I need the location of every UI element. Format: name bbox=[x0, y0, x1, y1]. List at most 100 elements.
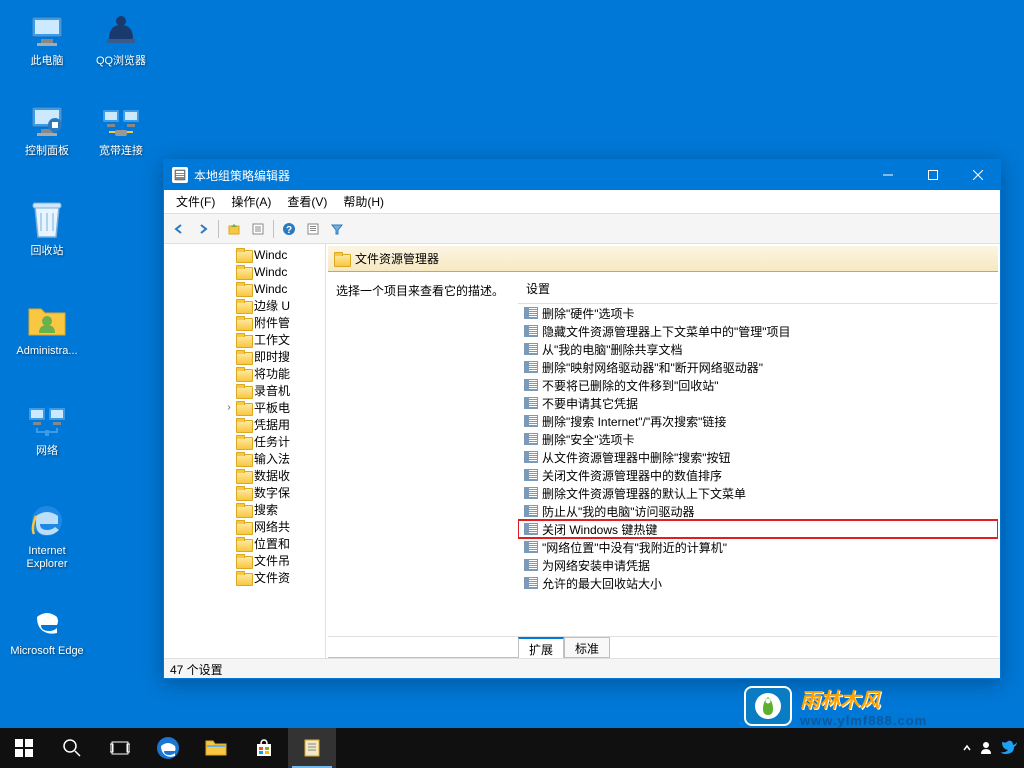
tree-item[interactable]: 数字保 bbox=[166, 484, 323, 501]
close-button[interactable] bbox=[955, 160, 1000, 190]
setting-item[interactable]: 删除"映射网络驱动器"和"断开网络驱动器" bbox=[518, 358, 998, 376]
desktop-icon-ie[interactable]: Internet Explorer bbox=[10, 500, 84, 571]
setting-item[interactable]: 从"我的电脑"删除共享文档 bbox=[518, 340, 998, 358]
folder-icon bbox=[236, 299, 251, 312]
desktop-icon-qq-browser[interactable]: QQ浏览器 bbox=[84, 10, 158, 68]
taskbar bbox=[0, 728, 1024, 768]
tree-item[interactable]: 输入法 bbox=[166, 450, 323, 467]
tree-item[interactable]: 工作文 bbox=[166, 331, 323, 348]
menu-action[interactable]: 操作(A) bbox=[223, 191, 279, 212]
tree-item[interactable]: ›平板电 bbox=[166, 399, 323, 416]
toolbar-filter-button[interactable] bbox=[326, 218, 348, 240]
watermark-url: www.ylmf888.com bbox=[800, 713, 1024, 728]
tray-people-icon[interactable] bbox=[978, 740, 994, 756]
tree-item[interactable]: 网络共 bbox=[166, 518, 323, 535]
tree-item[interactable]: 搜索 bbox=[166, 501, 323, 518]
folder-icon bbox=[236, 469, 251, 482]
setting-label: 为网络安装申请凭据 bbox=[542, 557, 650, 574]
toolbar-back-button[interactable] bbox=[168, 218, 190, 240]
setting-item[interactable]: "网络位置"中没有"我附近的计算机" bbox=[518, 538, 998, 556]
maximize-button[interactable] bbox=[910, 160, 955, 190]
tab-standard[interactable]: 标准 bbox=[564, 637, 610, 658]
settings-list[interactable]: 删除"硬件"选项卡隐藏文件资源管理器上下文菜单中的"管理"项目从"我的电脑"删除… bbox=[518, 304, 998, 636]
toolbar-forward-button[interactable] bbox=[192, 218, 214, 240]
policy-icon bbox=[524, 325, 538, 337]
setting-item[interactable]: 为网络安装申请凭据 bbox=[518, 556, 998, 574]
menu-help[interactable]: 帮助(H) bbox=[335, 191, 392, 212]
setting-item[interactable]: 删除"硬件"选项卡 bbox=[518, 304, 998, 322]
menu-view[interactable]: 查看(V) bbox=[279, 191, 335, 212]
setting-item[interactable]: 关闭文件资源管理器中的数值排序 bbox=[518, 466, 998, 484]
desktop-icon-this-pc[interactable]: 此电脑 bbox=[10, 10, 84, 68]
edge-icon bbox=[26, 600, 68, 642]
desktop-icon-broadband[interactable]: 宽带连接 bbox=[84, 100, 158, 158]
policy-icon bbox=[524, 487, 538, 499]
desktop-icon-recycle-bin[interactable]: 回收站 bbox=[10, 200, 84, 258]
minimize-button[interactable] bbox=[865, 160, 910, 190]
tree-item[interactable]: Windc bbox=[166, 263, 323, 280]
taskbar-explorer-button[interactable] bbox=[192, 728, 240, 768]
tree-item[interactable]: 文件吊 bbox=[166, 552, 323, 569]
titlebar[interactable]: 本地组策略编辑器 bbox=[164, 160, 1000, 190]
setting-item[interactable]: 不要将已删除的文件移到"回收站" bbox=[518, 376, 998, 394]
tray-chevron-icon[interactable] bbox=[962, 743, 972, 753]
desktop-icon-edge[interactable]: Microsoft Edge bbox=[10, 600, 84, 658]
ie-icon bbox=[26, 500, 68, 542]
setting-item[interactable]: 允许的最大回收站大小 bbox=[518, 574, 998, 592]
icon-label: Administra... bbox=[10, 345, 84, 358]
toolbar-props-button[interactable] bbox=[247, 218, 269, 240]
taskbar-gpedit-button[interactable] bbox=[288, 728, 336, 768]
taskbar-taskview-button[interactable] bbox=[96, 728, 144, 768]
watermark-logo: 雨林木风 www.ylmf888.com bbox=[744, 683, 1024, 728]
setting-item[interactable]: 关闭 Windows 键热键 bbox=[518, 520, 998, 538]
tree-expand-icon[interactable]: › bbox=[222, 402, 236, 413]
policy-icon bbox=[524, 361, 538, 373]
tree-item[interactable]: 数据收 bbox=[166, 467, 323, 484]
tree-item[interactable]: 文件资 bbox=[166, 569, 323, 586]
setting-item[interactable]: 删除文件资源管理器的默认上下文菜单 bbox=[518, 484, 998, 502]
folder-icon bbox=[236, 571, 251, 584]
toolbar: ? bbox=[164, 214, 1000, 244]
setting-item[interactable]: 不要申请其它凭据 bbox=[518, 394, 998, 412]
taskbar-store-button[interactable] bbox=[240, 728, 288, 768]
toolbar-help-button[interactable]: ? bbox=[278, 218, 300, 240]
tree-item[interactable]: 边缘 U bbox=[166, 297, 323, 314]
tree-item[interactable]: Windc bbox=[166, 280, 323, 297]
tree-item[interactable]: Windc bbox=[166, 246, 323, 263]
start-button[interactable] bbox=[0, 728, 48, 768]
tabs-strip: 扩展 标准 bbox=[328, 636, 998, 658]
menubar: 文件(F) 操作(A) 查看(V) 帮助(H) bbox=[164, 190, 1000, 214]
taskbar-edge-button[interactable] bbox=[144, 728, 192, 768]
menu-file[interactable]: 文件(F) bbox=[168, 191, 223, 212]
folder-icon bbox=[236, 503, 251, 516]
setting-item[interactable]: 从文件资源管理器中删除"搜索"按钮 bbox=[518, 448, 998, 466]
tree-item-label: 文件吊 bbox=[254, 552, 290, 569]
system-tray[interactable] bbox=[962, 740, 1024, 756]
desktop-icon-control-panel[interactable]: 控制面板 bbox=[10, 100, 84, 158]
desktop-icon-network[interactable]: 网络 bbox=[10, 400, 84, 458]
tree-item[interactable]: 位置和 bbox=[166, 535, 323, 552]
setting-item[interactable]: 删除"安全"选项卡 bbox=[518, 430, 998, 448]
tree-item[interactable]: 将功能 bbox=[166, 365, 323, 382]
tree-item[interactable]: 任务计 bbox=[166, 433, 323, 450]
folder-icon bbox=[236, 316, 251, 329]
toolbar-up-button[interactable] bbox=[223, 218, 245, 240]
tree-item[interactable]: 附件管 bbox=[166, 314, 323, 331]
tree-pane[interactable]: WindcWindcWindc边缘 U附件管工作文即时搜将功能录音机›平板电凭据… bbox=[164, 244, 326, 658]
taskbar-search-button[interactable] bbox=[48, 728, 96, 768]
tree-item-label: 任务计 bbox=[254, 433, 290, 450]
icon-label: 控制面板 bbox=[10, 145, 84, 158]
setting-item[interactable]: 隐藏文件资源管理器上下文菜单中的"管理"项目 bbox=[518, 322, 998, 340]
tray-twitter-icon[interactable] bbox=[1000, 740, 1018, 756]
tree-item[interactable]: 即时搜 bbox=[166, 348, 323, 365]
setting-item[interactable]: 删除"搜索 Internet"/"再次搜索"链接 bbox=[518, 412, 998, 430]
tab-extended[interactable]: 扩展 bbox=[518, 637, 564, 658]
toolbar-refresh-button[interactable] bbox=[302, 218, 324, 240]
desktop-icon-administrator[interactable]: Administra... bbox=[10, 300, 84, 358]
tree-item[interactable]: 凭据用 bbox=[166, 416, 323, 433]
setting-label: 删除"安全"选项卡 bbox=[542, 431, 635, 448]
tree-item[interactable]: 录音机 bbox=[166, 382, 323, 399]
setting-item[interactable]: 防止从"我的电脑"访问驱动器 bbox=[518, 502, 998, 520]
description-hint: 选择一个项目来查看它的描述。 bbox=[336, 282, 510, 299]
setting-label: 防止从"我的电脑"访问驱动器 bbox=[542, 503, 695, 520]
